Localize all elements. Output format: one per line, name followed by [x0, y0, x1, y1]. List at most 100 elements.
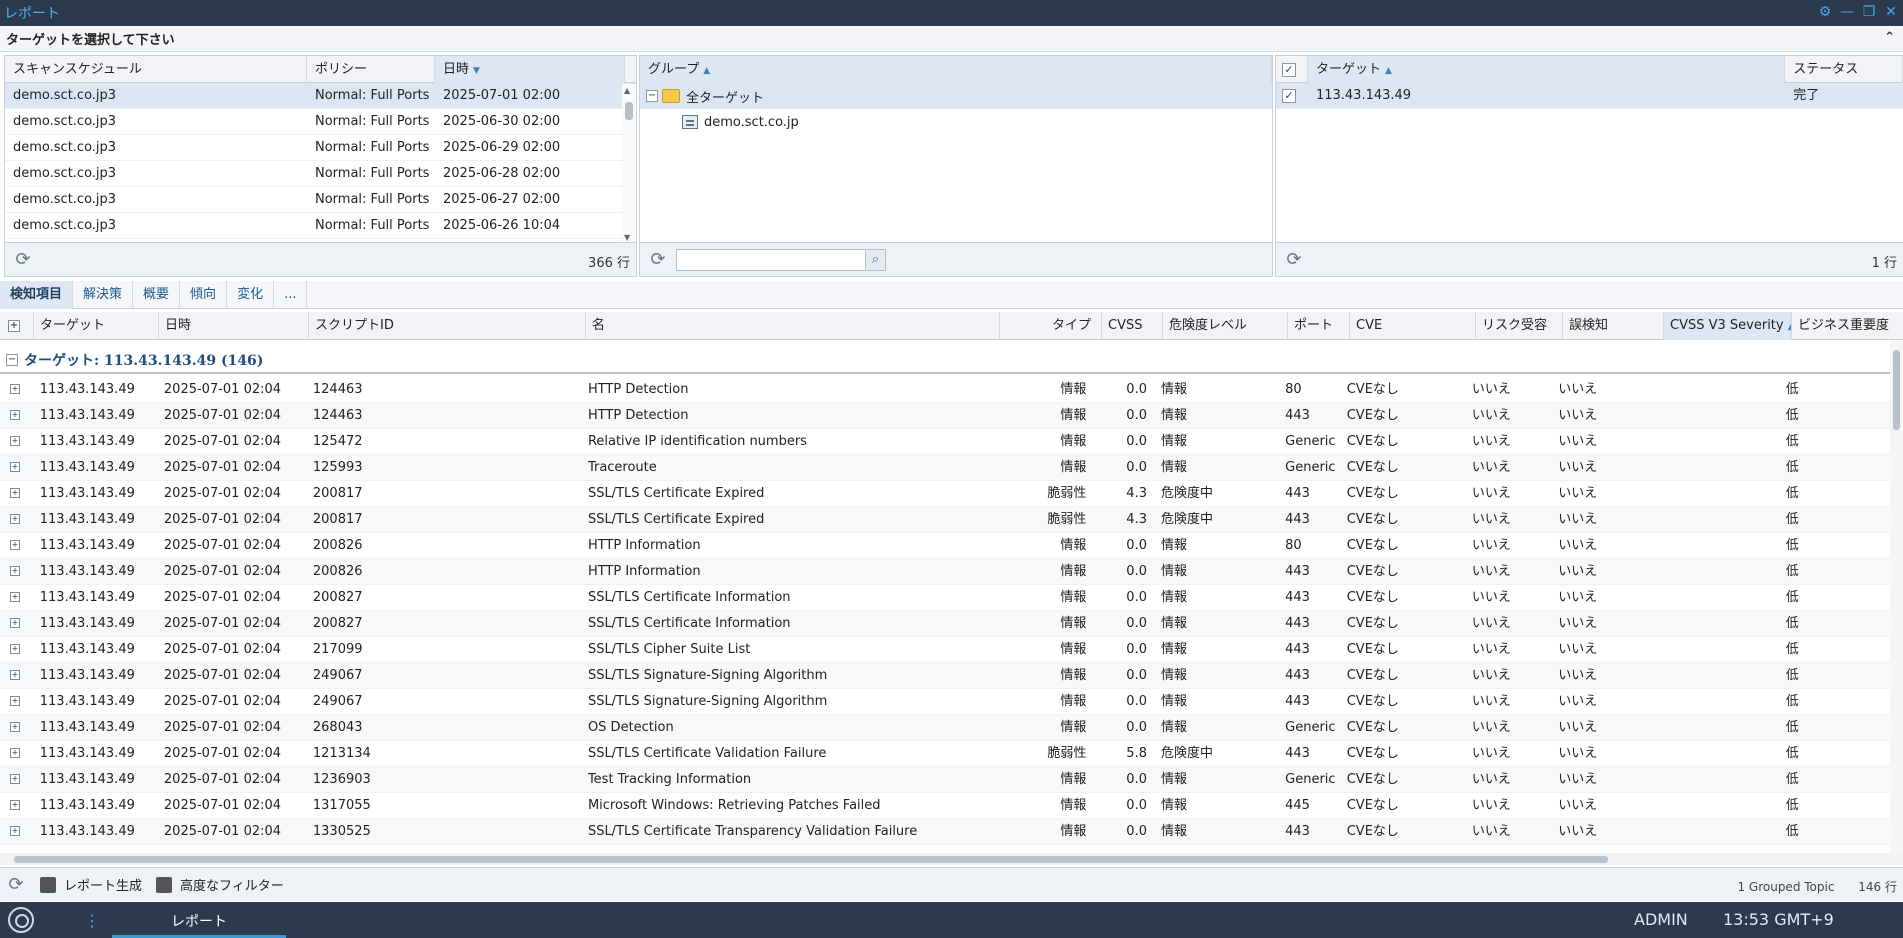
- table-row[interactable]: +113.43.143.49 2025-07-01 02:04 200826 HTTP…: [0, 559, 1890, 585]
- row-expand-icon[interactable]: +: [10, 800, 20, 810]
- generate-report-button[interactable]: レポート生成: [40, 875, 142, 894]
- schedule-row[interactable]: demo.sct.co.jp3 Normal: Full Ports 2025-07…: [5, 83, 636, 109]
- row-expand-icon[interactable]: +: [10, 696, 20, 706]
- col-cvss[interactable]: CVSS: [1102, 312, 1163, 340]
- tree-collapse-icon[interactable]: −: [646, 90, 658, 102]
- target-row[interactable]: ✓ 113.43.143.49 完了: [1276, 83, 1903, 109]
- table-row[interactable]: +113.43.143.49 2025-07-01 02:04 200817 SSL/…: [0, 481, 1890, 507]
- col-name[interactable]: 名: [586, 312, 1000, 340]
- col-script-id[interactable]: スクリプトID: [309, 312, 586, 340]
- row-expand-icon[interactable]: +: [10, 436, 20, 446]
- col-false-positive[interactable]: 誤検知: [1563, 312, 1664, 340]
- table-row[interactable]: +113.43.143.49 2025-07-01 02:04 217099 SSL/…: [0, 637, 1890, 663]
- cell-risk-accept: いいえ: [1471, 434, 1511, 449]
- row-expand-icon[interactable]: +: [10, 670, 20, 680]
- restore-icon[interactable]: ❐: [1861, 3, 1877, 21]
- tab-summary[interactable]: 概要: [133, 281, 181, 309]
- table-row[interactable]: +113.43.143.49 2025-07-01 02:04 1213134 SSL…: [0, 741, 1890, 767]
- col-group[interactable]: グループ ▲: [640, 56, 1272, 83]
- row-expand-icon[interactable]: +: [10, 644, 20, 654]
- cell-cve: CVEなし: [1346, 538, 1399, 553]
- col-scan-schedule[interactable]: スキャンスケジュール: [5, 56, 307, 83]
- col-datetime[interactable]: 日時: [159, 312, 309, 340]
- tree-node-all-targets[interactable]: − 全ターゲット: [640, 83, 1272, 109]
- table-row[interactable]: +113.43.143.49 2025-07-01 02:04 200817 SSL/…: [0, 507, 1890, 533]
- schedule-row[interactable]: demo.sct.co.jp3 Normal: Full Ports 2025-06…: [5, 187, 636, 213]
- tab-trends[interactable]: 傾向: [180, 281, 228, 309]
- settings-gear-icon[interactable]: ⚙: [1817, 3, 1833, 21]
- taskbar-tab-report[interactable]: レポート: [112, 902, 286, 938]
- group-row[interactable]: − ターゲット: 113.43.143.49 (146): [0, 348, 1890, 374]
- col-business-importance[interactable]: ビジネス重要度: [1792, 312, 1903, 340]
- table-row[interactable]: +113.43.143.49 2025-07-01 02:04 1236903 Tes…: [0, 767, 1890, 793]
- row-expand-icon[interactable]: +: [10, 488, 20, 498]
- row-expand-icon[interactable]: +: [10, 410, 20, 420]
- row-expand-icon[interactable]: +: [10, 722, 20, 732]
- col-policy[interactable]: ポリシー: [307, 56, 435, 83]
- col-cvss-v3[interactable]: CVSS V3 Severity▲: [1664, 312, 1792, 340]
- col-status[interactable]: ステータス: [1785, 56, 1903, 83]
- select-all-checkbox[interactable]: ✓: [1282, 62, 1296, 77]
- search-icon[interactable]: ⌕: [866, 248, 886, 271]
- refresh-icon[interactable]: ⟳: [13, 249, 33, 270]
- table-row[interactable]: +113.43.143.49 2025-07-01 02:04 124463 HTTP…: [0, 403, 1890, 429]
- row-expand-icon[interactable]: +: [10, 462, 20, 472]
- row-expand-icon[interactable]: +: [10, 774, 20, 784]
- refresh-icon[interactable]: ⟳: [648, 249, 668, 270]
- row-expand-icon[interactable]: +: [10, 592, 20, 602]
- col-datetime[interactable]: 日時 ▼: [435, 56, 625, 83]
- col-risk-accept[interactable]: リスク受容: [1476, 312, 1563, 340]
- table-row[interactable]: +113.43.143.49 2025-07-01 02:04 200827 SSL/…: [0, 611, 1890, 637]
- row-expand-icon[interactable]: +: [10, 748, 20, 758]
- row-expand-icon[interactable]: +: [10, 566, 20, 576]
- grid-horizontal-scrollbar[interactable]: [0, 853, 1903, 865]
- col-select-all[interactable]: ✓: [1276, 56, 1308, 83]
- refresh-icon[interactable]: ⟳: [6, 874, 26, 895]
- table-row[interactable]: +113.43.143.49 2025-07-01 02:04 125993 Trac…: [0, 455, 1890, 481]
- col-risk-level[interactable]: 危険度レベル: [1163, 312, 1288, 340]
- col-expand[interactable]: +: [0, 312, 34, 340]
- user-name[interactable]: ADMIN: [1634, 910, 1688, 929]
- table-row[interactable]: +113.43.143.49 2025-07-01 02:04 249067 SSL/…: [0, 689, 1890, 715]
- group-search-input[interactable]: [676, 248, 866, 271]
- col-target[interactable]: ターゲット ▲: [1307, 56, 1786, 83]
- tab-more[interactable]: ...: [274, 281, 308, 309]
- collapse-up-icon[interactable]: ⌃: [1884, 30, 1895, 45]
- col-port[interactable]: ポート: [1288, 312, 1350, 340]
- schedule-row[interactable]: demo.sct.co.jp3 Normal: Full Ports 2025-06…: [5, 213, 636, 239]
- table-row[interactable]: +113.43.143.49 2025-07-01 02:04 200826 HTTP…: [0, 533, 1890, 559]
- close-icon[interactable]: ✕: [1883, 3, 1899, 21]
- row-expand-icon[interactable]: +: [10, 514, 20, 524]
- schedule-row[interactable]: demo.sct.co.jp3 Normal: Full Ports 2025-06…: [5, 135, 636, 161]
- schedule-row[interactable]: demo.sct.co.jp3 Normal: Full Ports 2025-06…: [5, 109, 636, 135]
- menu-dots-icon[interactable]: ⋮: [84, 911, 100, 930]
- col-type[interactable]: タイプ: [1000, 312, 1102, 340]
- tab-findings[interactable]: 検知項目: [0, 281, 74, 309]
- row-expand-icon[interactable]: +: [10, 540, 20, 550]
- table-row[interactable]: +113.43.143.49 2025-07-01 02:04 1317055 Mic…: [0, 793, 1890, 819]
- refresh-icon[interactable]: ⟳: [1284, 249, 1304, 270]
- minimize-icon[interactable]: —: [1839, 3, 1855, 21]
- col-cve[interactable]: CVE: [1350, 312, 1476, 340]
- app-logo-icon[interactable]: [8, 907, 34, 933]
- table-row[interactable]: +113.43.143.49 2025-07-01 02:04 249067 SSL/…: [0, 663, 1890, 689]
- target-checkbox[interactable]: ✓: [1282, 89, 1296, 103]
- col-target[interactable]: ターゲット: [34, 312, 159, 340]
- tab-solutions[interactable]: 解決策: [73, 281, 134, 309]
- row-expand-icon[interactable]: +: [10, 826, 20, 836]
- schedule-row[interactable]: demo.sct.co.jp3 Normal: Full Ports 2025-06…: [5, 161, 636, 187]
- row-expand-icon[interactable]: +: [10, 618, 20, 628]
- table-row[interactable]: +113.43.143.49 2025-07-01 02:04 268043 OS D…: [0, 715, 1890, 741]
- tab-changes[interactable]: 変化: [227, 281, 275, 309]
- schedule-scrollbar[interactable]: ▲ ▼: [622, 84, 636, 244]
- table-row[interactable]: +113.43.143.49 2025-07-01 02:04 200827 SSL/…: [0, 585, 1890, 611]
- advanced-filter-button[interactable]: 高度なフィルター: [156, 875, 284, 894]
- table-row[interactable]: +113.43.143.49 2025-07-01 02:04 124463 HTTP…: [0, 377, 1890, 403]
- table-row[interactable]: +113.43.143.49 2025-07-01 02:04 1330525 SSL…: [0, 819, 1890, 845]
- row-expand-icon[interactable]: +: [10, 384, 20, 394]
- expand-all-icon[interactable]: +: [8, 320, 20, 332]
- grid-vertical-scrollbar[interactable]: [1890, 340, 1903, 858]
- table-row[interactable]: +113.43.143.49 2025-07-01 02:04 125472 Rela…: [0, 429, 1890, 455]
- group-collapse-icon[interactable]: −: [6, 354, 18, 366]
- tree-node-demo[interactable]: demo.sct.co.jp: [640, 109, 1272, 135]
